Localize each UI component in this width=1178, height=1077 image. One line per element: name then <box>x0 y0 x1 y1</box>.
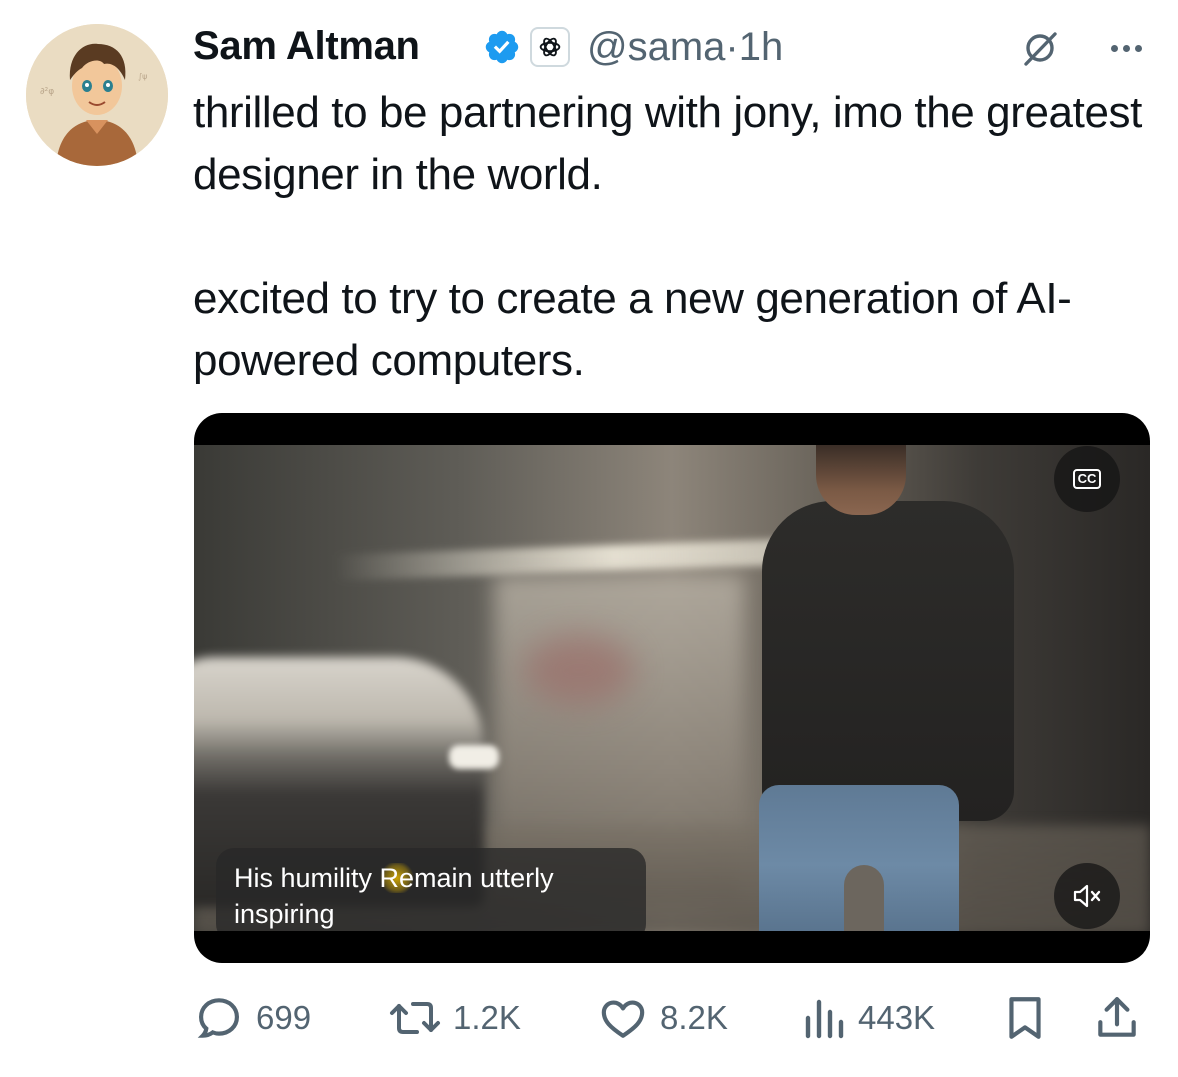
post-time[interactable]: 1h <box>739 25 784 69</box>
repost-count: 1.2K <box>453 999 521 1036</box>
action-bar: 699 1.2K 8.2K 443K <box>194 990 1150 1046</box>
tweet-text: thrilled to be partnering with jony, imo… <box>193 82 1143 392</box>
tweet: ∂²φ ∫ψ Sam Altman @sama·1h thrilled to b… <box>0 0 1178 1077</box>
caption-text-rest: main utterly <box>414 863 554 893</box>
video-player[interactable]: His humility Remain utterly inspiring CC <box>194 413 1150 963</box>
svg-text:∂²φ: ∂²φ <box>40 87 54 97</box>
author-handle[interactable]: @sama <box>587 25 725 69</box>
video-caption: His humility Remain utterly inspiring <box>216 848 646 931</box>
reply-count: 699 <box>256 999 312 1036</box>
verified-badge-icon[interactable] <box>483 28 521 66</box>
grok-icon[interactable] <box>1018 26 1062 70</box>
tweet-header: Sam Altman @sama·1h <box>193 18 1148 74</box>
avatar[interactable]: ∂²φ ∫ψ <box>26 24 168 166</box>
views-count: 443K <box>858 999 936 1036</box>
bookmark-icon <box>1009 997 1041 1039</box>
reply-button[interactable]: 699 <box>194 990 311 1046</box>
share-button[interactable] <box>1094 990 1140 1046</box>
author-name[interactable]: Sam Altman <box>193 24 420 69</box>
tweet-paragraph-1: thrilled to be partnering with jony, imo… <box>193 88 1142 199</box>
separator: · <box>725 25 739 69</box>
svg-text:∫ψ: ∫ψ <box>138 72 147 81</box>
author-handle-time[interactable]: @sama·1h <box>587 25 783 70</box>
caption-highlight: Re <box>379 863 415 893</box>
person-figure <box>762 501 1014 821</box>
mute-button[interactable] <box>1054 863 1120 929</box>
reply-icon <box>197 998 240 1038</box>
caption-line-2: inspiring <box>234 899 335 929</box>
tweet-paragraph-2: excited to try to create a new generatio… <box>193 274 1072 385</box>
video-frame[interactable]: His humility Remain utterly inspiring <box>194 445 1150 931</box>
bookmark-button[interactable] <box>1002 990 1048 1046</box>
caption-text: His humility <box>234 863 380 893</box>
like-icon <box>601 1000 645 1038</box>
share-icon <box>1098 997 1136 1037</box>
mute-icon <box>1073 884 1101 908</box>
cc-icon: CC <box>1072 469 1102 489</box>
views-icon <box>805 999 844 1039</box>
repost-icon <box>390 1002 440 1034</box>
repost-button[interactable]: 1.2K <box>389 990 521 1046</box>
cc-button[interactable]: CC <box>1054 446 1120 512</box>
like-count: 8.2K <box>660 999 728 1036</box>
openai-affiliation-icon[interactable] <box>530 27 570 67</box>
more-icon[interactable] <box>1104 26 1148 70</box>
views-button[interactable]: 443K <box>802 990 935 1046</box>
like-button[interactable]: 8.2K <box>598 990 728 1046</box>
